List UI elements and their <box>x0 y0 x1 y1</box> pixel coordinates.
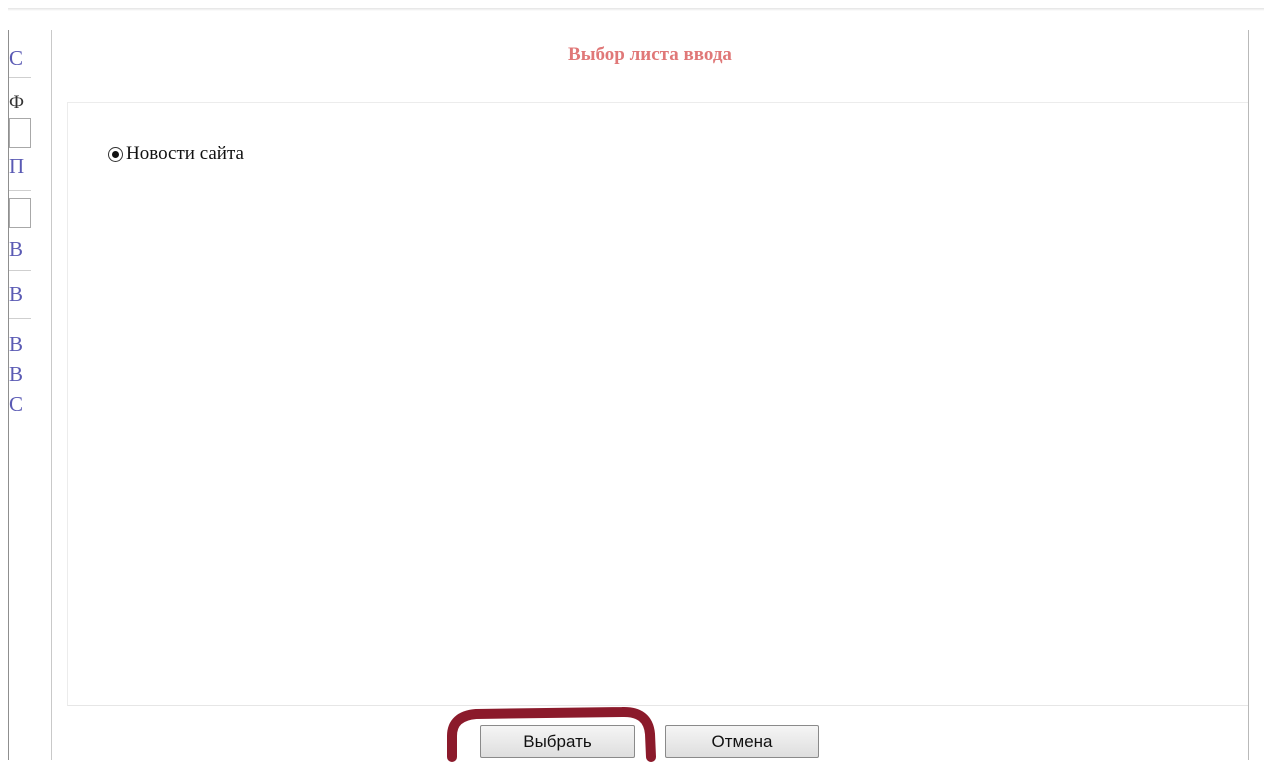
background-page-fragment: C Ф П В В В В С <box>9 30 51 760</box>
radio-button-selected[interactable] <box>108 146 123 162</box>
window-top-edge <box>8 8 1264 11</box>
sheet-option-label: Новости сайта <box>126 143 244 164</box>
background-label: Ф <box>9 92 25 113</box>
background-link[interactable]: В <box>9 282 23 307</box>
background-link[interactable]: С <box>9 392 23 417</box>
radio-dot-icon <box>112 150 119 158</box>
background-link[interactable]: C <box>9 46 23 71</box>
background-link[interactable]: В <box>9 332 23 357</box>
background-link[interactable]: В <box>9 237 23 262</box>
background-separator <box>9 270 31 271</box>
background-link[interactable]: В <box>9 362 23 387</box>
sheet-option-news[interactable]: Новости сайта <box>108 143 244 165</box>
select-button[interactable]: Выбрать <box>480 725 635 758</box>
dialog-left-border <box>51 30 52 760</box>
background-input[interactable] <box>9 198 31 228</box>
background-separator <box>9 77 31 78</box>
background-input[interactable] <box>9 118 31 148</box>
dialog-title: Выбор листа ввода <box>568 44 732 65</box>
cancel-button[interactable]: Отмена <box>665 725 819 758</box>
sheet-list-panel: Новости сайта <box>67 102 1248 706</box>
background-separator <box>9 318 31 319</box>
background-separator <box>9 190 31 191</box>
background-link[interactable]: П <box>9 154 24 179</box>
window-right-edge <box>1248 30 1249 760</box>
